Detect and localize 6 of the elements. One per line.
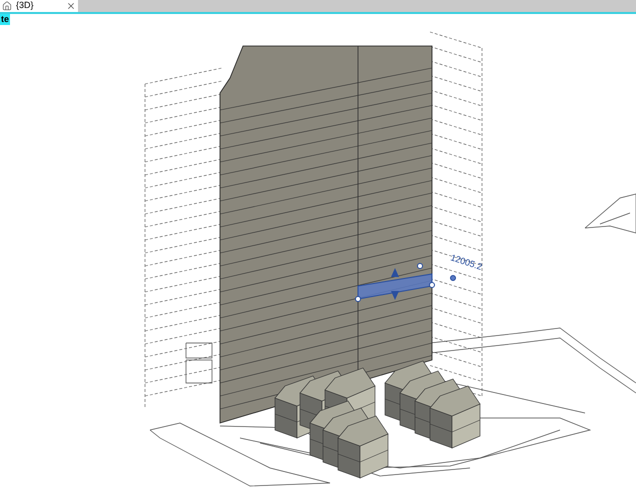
- grip-handle[interactable]: [450, 275, 456, 281]
- view-tab[interactable]: {3D}: [0, 0, 78, 12]
- close-icon[interactable]: [66, 1, 76, 11]
- view-badge: te: [0, 14, 10, 25]
- home-icon: [2, 1, 12, 11]
- grip-handle[interactable]: [417, 263, 423, 269]
